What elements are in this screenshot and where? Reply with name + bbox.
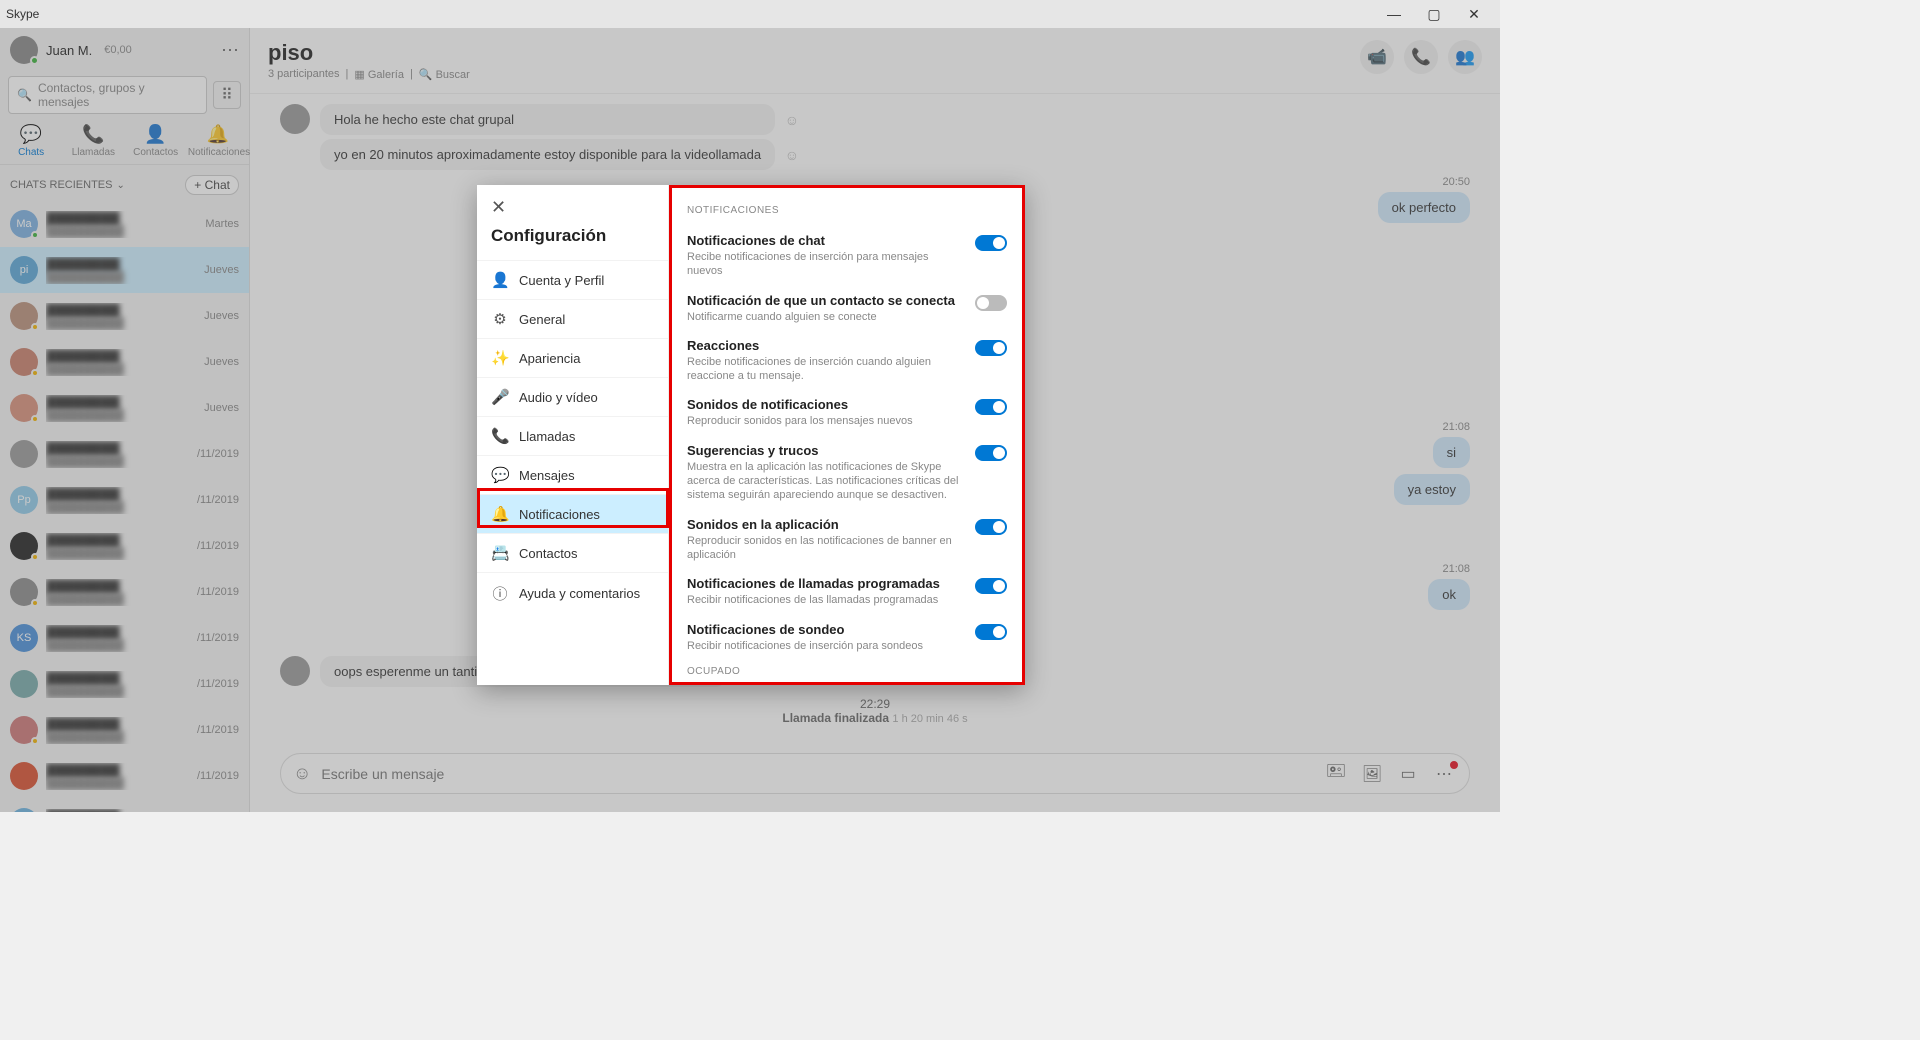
mic-icon: 🎤 <box>491 388 509 406</box>
settings-modal: ✕ Configuración 👤Cuenta y Perfil ⚙Genera… <box>477 185 1025 685</box>
close-button[interactable]: ✕ <box>477 185 668 222</box>
info-icon: ⓘ <box>491 583 509 604</box>
toggle-switch[interactable] <box>975 624 1007 640</box>
settings-title: Configuración <box>477 222 668 260</box>
toggle-switch[interactable] <box>975 578 1007 594</box>
settings-panel: NOTIFICACIONES Notificaciones de chatRec… <box>669 185 1025 685</box>
settings-item-messages[interactable]: 💬Mensajes <box>477 455 668 494</box>
book-icon: 📇 <box>491 544 509 562</box>
toggle-switch[interactable] <box>975 399 1007 415</box>
settings-item-help[interactable]: ⓘAyuda y comentarios <box>477 572 668 614</box>
toggle-switch[interactable] <box>975 235 1007 251</box>
settings-item-contacts[interactable]: 📇Contactos <box>477 533 668 572</box>
group-label-notifications: NOTIFICACIONES <box>687 205 1007 216</box>
settings-item-account[interactable]: 👤Cuenta y Perfil <box>477 260 668 299</box>
settings-item-calls[interactable]: 📞Llamadas <box>477 416 668 455</box>
message-icon: 💬 <box>491 466 509 484</box>
settings-item-appearance[interactable]: ✨Apariencia <box>477 338 668 377</box>
window-minimize-icon[interactable]: — <box>1374 6 1414 22</box>
wand-icon: ✨ <box>491 349 509 367</box>
setting-option: Sugerencias y trucosMuestra en la aplica… <box>687 436 1007 510</box>
window-close-icon[interactable]: ✕ <box>1454 6 1494 23</box>
gear-icon: ⚙ <box>491 310 509 328</box>
person-icon: 👤 <box>491 271 509 289</box>
group-label-busy: OCUPADO <box>687 666 1007 677</box>
setting-option: Notificaciones de sondeoRecibir notifica… <box>687 615 1007 660</box>
toggle-switch[interactable] <box>975 295 1007 311</box>
setting-option: Notificación de que un contacto se conec… <box>687 286 1007 331</box>
settings-item-notifications[interactable]: 🔔Notificaciones <box>477 494 668 533</box>
window-titlebar: Skype — ▢ ✕ <box>0 0 1500 28</box>
setting-option: Sonidos de notificacionesReproducir soni… <box>687 390 1007 435</box>
bell-icon: 🔔 <box>491 505 509 523</box>
settings-item-audio[interactable]: 🎤Audio y vídeo <box>477 377 668 416</box>
setting-option: Notificaciones de chatRecibe notificacio… <box>687 226 1007 286</box>
window-maximize-icon[interactable]: ▢ <box>1414 6 1454 23</box>
toggle-switch[interactable] <box>975 340 1007 356</box>
phone-icon: 📞 <box>491 427 509 445</box>
toggle-switch[interactable] <box>975 445 1007 461</box>
setting-option: Notificaciones de llamadas programadasRe… <box>687 569 1007 614</box>
setting-option: ReaccionesRecibe notificaciones de inser… <box>687 331 1007 391</box>
setting-option: Sonidos en la aplicaciónReproducir sonid… <box>687 510 1007 570</box>
settings-nav: ✕ Configuración 👤Cuenta y Perfil ⚙Genera… <box>477 185 669 685</box>
toggle-switch[interactable] <box>975 519 1007 535</box>
app-name: Skype <box>6 7 39 21</box>
settings-item-general[interactable]: ⚙General <box>477 299 668 338</box>
